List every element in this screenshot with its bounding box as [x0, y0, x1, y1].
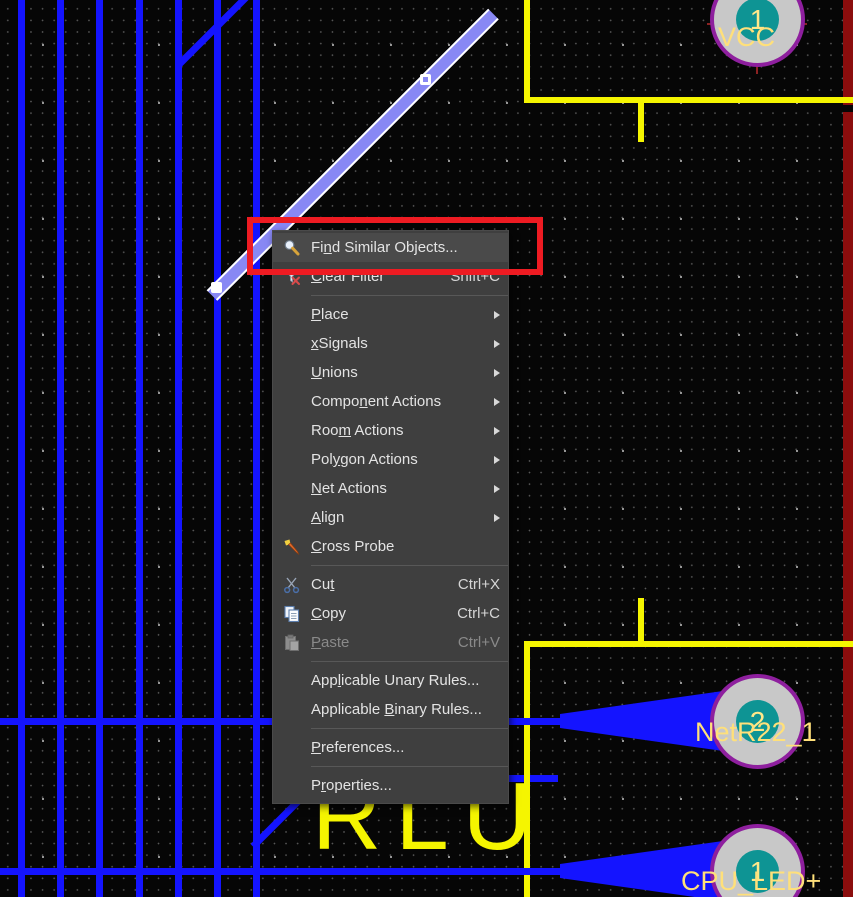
- trace-midpoint-handle[interactable]: [420, 74, 431, 85]
- menu-item-copy[interactable]: Copy Ctrl+C: [273, 599, 508, 628]
- submenu-chevron-icon: [494, 397, 500, 406]
- no-icon: [273, 666, 311, 695]
- pad-vcc[interactable]: 1: [710, 0, 805, 67]
- silkscreen-line: [638, 598, 644, 643]
- silkscreen-line: [524, 97, 853, 103]
- pad-hole: 2: [735, 699, 780, 744]
- menu-item-align[interactable]: Align: [273, 503, 508, 532]
- menu-item-label: Copy: [311, 605, 347, 622]
- menu-separator: [311, 295, 508, 296]
- menu-separator: [311, 661, 508, 662]
- menu-item-label: Paste: [311, 634, 350, 651]
- menu-item-net-actions[interactable]: Net Actions: [273, 474, 508, 503]
- submenu-chevron-icon: [494, 310, 500, 319]
- menu-item-label: Applicable Binary Rules...: [311, 701, 482, 718]
- no-icon: [273, 329, 311, 358]
- submenu-chevron-icon: [494, 484, 500, 493]
- submenu-chevron-icon: [494, 455, 500, 464]
- menu-item-applicable-binary-rules[interactable]: Applicable Binary Rules...: [273, 695, 508, 724]
- no-icon: [273, 503, 311, 532]
- menu-item-find-similar-objects[interactable]: Find Similar Objects...: [273, 233, 508, 262]
- silkscreen-line: [524, 0, 530, 103]
- menu-separator: [311, 766, 508, 767]
- pcb-trace-vertical[interactable]: [18, 0, 25, 897]
- pad-number: 1: [749, 3, 766, 35]
- submenu-chevron-icon: [494, 368, 500, 377]
- menu-item-label: Component Actions: [311, 393, 442, 410]
- menu-item-label: Cut: [311, 576, 335, 593]
- menu-item-shortcut: Shift+C: [450, 268, 500, 285]
- no-icon: [273, 416, 311, 445]
- menu-item-label: Align: [311, 509, 345, 526]
- menu-item-room-actions[interactable]: Room Actions: [273, 416, 508, 445]
- menu-item-label: Find Similar Objects...: [311, 239, 458, 256]
- menu-item-label: Applicable Unary Rules...: [311, 672, 480, 689]
- context-menu[interactable]: Find Similar Objects... Clear Filter Shift…: [272, 230, 509, 804]
- menu-item-shortcut: Ctrl+X: [457, 576, 500, 593]
- menu-item-label: Polygon Actions: [311, 451, 418, 468]
- menu-item-shortcut: Ctrl+V: [457, 634, 500, 651]
- menu-item-shortcut: Ctrl+C: [457, 605, 500, 622]
- silkscreen-line: [524, 641, 853, 647]
- paste-icon: [273, 628, 311, 657]
- menu-item-label: Unions: [311, 364, 358, 381]
- pcb-trace-vertical[interactable]: [136, 0, 143, 897]
- no-icon: [273, 300, 311, 329]
- menu-separator: [311, 728, 508, 729]
- no-icon: [273, 695, 311, 724]
- cross-probe-icon: [273, 532, 311, 561]
- menu-item-applicable-unary-rules[interactable]: Applicable Unary Rules...: [273, 666, 508, 695]
- menu-item-component-actions[interactable]: Component Actions: [273, 387, 508, 416]
- menu-item-unions[interactable]: Unions: [273, 358, 508, 387]
- no-icon: [273, 358, 311, 387]
- menu-item-paste: Paste Ctrl+V: [273, 628, 508, 657]
- pcb-trace-vertical[interactable]: [57, 0, 64, 897]
- board-edge-band: [843, 0, 853, 105]
- magnifier-icon: [273, 233, 311, 262]
- pcb-trace-vertical-jog[interactable]: [175, 60, 182, 897]
- menu-item-label: Cross Probe: [311, 538, 395, 555]
- no-icon: [273, 474, 311, 503]
- menu-item-place[interactable]: Place: [273, 300, 508, 329]
- pad-number: 2: [749, 705, 766, 737]
- menu-item-label: xSignals: [311, 335, 368, 352]
- menu-item-label: Net Actions: [311, 480, 387, 497]
- pcb-trace-vertical[interactable]: [96, 0, 103, 897]
- pad-netr22[interactable]: 2: [710, 674, 805, 769]
- menu-item-properties[interactable]: Properties...: [273, 771, 508, 800]
- menu-item-label: Place: [311, 306, 349, 323]
- submenu-chevron-icon: [494, 339, 500, 348]
- menu-separator: [311, 565, 508, 566]
- trace-endpoint-handle[interactable]: [211, 282, 222, 293]
- pcb-trace-vertical[interactable]: [214, 0, 221, 897]
- no-icon: [273, 387, 311, 416]
- no-icon: [273, 771, 311, 800]
- pcb-trace-vertical[interactable]: [253, 0, 260, 897]
- copy-icon: [273, 599, 311, 628]
- pcb-editor-screen: 1 VCC 2 NetR22_1 1 CPU_LED+ RLU Find Sim…: [0, 0, 853, 897]
- menu-item-cross-probe[interactable]: Cross Probe: [273, 532, 508, 561]
- menu-item-preferences[interactable]: Preferences...: [273, 733, 508, 762]
- menu-item-polygon-actions[interactable]: Polygon Actions: [273, 445, 508, 474]
- menu-item-label: Clear Filter: [311, 268, 385, 285]
- submenu-chevron-icon: [494, 513, 500, 522]
- clear-filter-icon: [273, 262, 311, 291]
- no-icon: [273, 733, 311, 762]
- pad-number: 1: [749, 855, 766, 887]
- menu-item-clear-filter[interactable]: Clear Filter Shift+C: [273, 262, 508, 291]
- board-edge-band: [843, 112, 853, 897]
- no-icon: [273, 445, 311, 474]
- menu-item-cut[interactable]: Cut Ctrl+X: [273, 570, 508, 599]
- menu-item-label: Properties...: [311, 777, 392, 794]
- pad-hole: 1: [735, 0, 780, 42]
- cut-icon: [273, 570, 311, 599]
- pad-cpu-led[interactable]: 1: [710, 824, 805, 897]
- silkscreen-line: [638, 97, 644, 142]
- menu-item-xsignals[interactable]: xSignals: [273, 329, 508, 358]
- submenu-chevron-icon: [494, 426, 500, 435]
- pad-hole: 1: [735, 849, 780, 894]
- menu-item-label: Room Actions: [311, 422, 404, 439]
- menu-item-label: Preferences...: [311, 739, 405, 756]
